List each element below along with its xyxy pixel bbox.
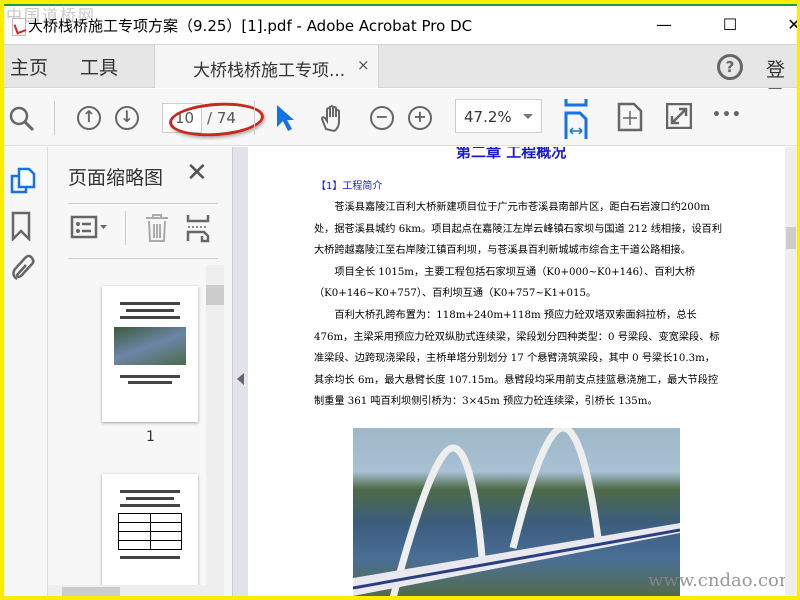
divider bbox=[125, 211, 126, 245]
attachment-icon[interactable] bbox=[9, 253, 37, 283]
watermark-text: www.cndao.com bbox=[648, 570, 785, 591]
tab-document[interactable]: 大桥栈桥施工专项... × bbox=[154, 45, 379, 88]
scroll-thumb[interactable] bbox=[206, 285, 224, 305]
window-title: 大桥栈桥施工专项方案（9.25）[1].pdf - Adobe Acrobat … bbox=[28, 17, 473, 35]
page-move-icon[interactable] bbox=[617, 102, 643, 132]
search-icon[interactable] bbox=[8, 105, 36, 133]
page-thumbnail-1[interactable] bbox=[102, 286, 198, 422]
select-cursor-icon[interactable] bbox=[274, 103, 296, 133]
next-page-icon[interactable]: ↓ bbox=[115, 106, 139, 130]
full-screen-icon[interactable] bbox=[666, 103, 692, 129]
toolbar: ↑ ↓ 10 / 74 − + 47.2% ••• bbox=[4, 89, 797, 146]
divider bbox=[54, 101, 55, 135]
minimize-button[interactable]: — bbox=[644, 12, 684, 38]
bridge-illustration bbox=[352, 424, 681, 596]
bridge-rendering-image bbox=[352, 424, 681, 596]
hand-tool-icon[interactable] bbox=[318, 103, 348, 133]
zoom-level-dropdown[interactable]: 47.2% bbox=[455, 99, 542, 133]
zoom-value: 47.2% bbox=[464, 108, 512, 126]
left-nav-rail bbox=[4, 147, 48, 596]
tab-bar: 主页 工具 大桥栈桥施工专项... × ? 登录 bbox=[4, 44, 797, 108]
fit-width-icon[interactable] bbox=[564, 97, 590, 139]
paragraph: 百利大桥孔跨布置为：118m+240m+118m 预应力砼双塔双索面斜拉桥，总长… bbox=[314, 309, 720, 408]
zoom-out-icon[interactable]: − bbox=[370, 106, 394, 130]
collapse-arrow-icon bbox=[237, 373, 244, 385]
divider bbox=[68, 203, 218, 204]
paragraph: 苍溪县嘉陵江百利大桥新建项目位于广元市苍溪县南部片区，距白石岩渡口约200m处，… bbox=[314, 202, 723, 257]
scroll-thumb[interactable] bbox=[786, 227, 796, 249]
help-icon[interactable]: ? bbox=[717, 54, 743, 80]
thumbnail-horizontal-scrollbar[interactable] bbox=[48, 585, 224, 596]
thumbnails-panel: 页面缩略图 ✕ 1 bbox=[48, 147, 232, 596]
zoom-in-icon[interactable]: + bbox=[408, 106, 432, 130]
paragraph: 项目全长 1015m，主要工程包括石家坝互通（K0+000~K0+146）、百利… bbox=[314, 266, 696, 300]
document-scrollbar[interactable] bbox=[785, 147, 797, 596]
document-tab-label: 大桥栈桥施工专项... bbox=[193, 61, 346, 81]
collapse-panel-handle[interactable] bbox=[232, 147, 248, 596]
bookmark-icon[interactable] bbox=[11, 211, 31, 241]
tab-tools[interactable]: 工具 bbox=[80, 53, 118, 80]
title-bar: 中国道桥网 大桥栈桥施工专项方案（9.25）[1].pdf - Adobe Ac… bbox=[4, 6, 797, 44]
close-panel-icon[interactable]: ✕ bbox=[186, 158, 208, 188]
maximize-button[interactable]: ☐ bbox=[710, 12, 750, 38]
thumbnail-list: 1 bbox=[48, 265, 208, 585]
tab-home[interactable]: 主页 bbox=[10, 53, 48, 80]
scroll-thumb[interactable] bbox=[62, 587, 120, 596]
acrobat-window: 中国道桥网 大桥栈桥施工专项方案（9.25）[1].pdf - Adobe Ac… bbox=[4, 4, 797, 596]
more-options-icon[interactable]: ••• bbox=[712, 107, 742, 123]
thumbnail-scrollbar[interactable] bbox=[206, 265, 224, 585]
thumbnail-page-label: 1 bbox=[146, 429, 155, 445]
previous-page-icon[interactable]: ↑ bbox=[77, 106, 101, 130]
section-heading: 【1】工程简介 bbox=[316, 181, 383, 192]
pdf-file-icon bbox=[12, 18, 26, 36]
page-thumbnails-icon[interactable] bbox=[10, 167, 36, 195]
delete-page-icon[interactable] bbox=[144, 213, 170, 243]
chevron-down-icon bbox=[523, 114, 533, 119]
chapter-heading: 第二章 工程概况 bbox=[456, 147, 567, 161]
document-view: 第二章 工程概况 【1】工程简介 苍溪县嘉陵江百利大桥新建项目位于广元市苍溪县南… bbox=[248, 147, 785, 596]
close-window-button[interactable]: ✕ bbox=[774, 12, 797, 38]
close-tab-icon[interactable]: × bbox=[357, 56, 370, 74]
divider bbox=[254, 101, 255, 135]
panel-title: 页面缩略图 bbox=[68, 167, 164, 189]
thumbnail-options-icon[interactable] bbox=[70, 213, 110, 243]
page-thumbnail-2[interactable] bbox=[102, 474, 198, 585]
insert-page-icon[interactable] bbox=[186, 213, 212, 243]
document-body: 苍溪县嘉陵江百利大桥新建项目位于广元市苍溪县南部片区，距白石岩渡口约200m处，… bbox=[314, 197, 724, 413]
divider bbox=[68, 258, 218, 259]
